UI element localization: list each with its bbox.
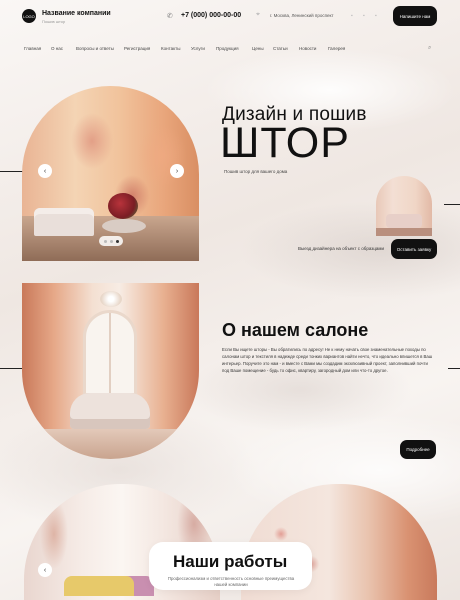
search-icon[interactable]: ⌕ xyxy=(428,45,431,52)
nav-item-services[interactable]: Услуги xyxy=(191,46,205,51)
works-title: Наши работы xyxy=(173,552,288,571)
visit-text: Выезд дизайнера на объект с образцами xyxy=(298,246,385,251)
divider-line xyxy=(444,204,460,205)
contact-button[interactable]: Напишите нам xyxy=(393,6,437,26)
nav-item-about[interactable]: О нас xyxy=(51,46,63,51)
nav-item-news[interactable]: Новости xyxy=(299,46,316,51)
order-button[interactable]: Оставить заявку xyxy=(391,239,437,259)
main-nav: Главная О нас Вопросы и ответы Регистрац… xyxy=(0,44,460,56)
more-button[interactable]: Подробнее xyxy=(400,440,436,459)
nav-item-products[interactable]: Продукция xyxy=(216,46,239,51)
location-icon: ⌖ xyxy=(256,11,260,18)
hero-next-arrow-icon[interactable]: › xyxy=(170,164,184,178)
logo[interactable]: LOGO xyxy=(22,9,36,23)
slider-dots[interactable] xyxy=(99,236,123,246)
hero-subtitle: Пошив штор для вашего дома xyxy=(224,169,288,174)
nav-item-contacts[interactable]: Контакты xyxy=(161,46,180,51)
slider-dot[interactable] xyxy=(109,239,113,243)
nav-item-registration[interactable]: Регистрация xyxy=(124,46,150,51)
hero-title-big: ШТОР xyxy=(220,119,350,167)
nav-item-home[interactable]: Главная xyxy=(24,46,41,51)
nav-item-gallery[interactable]: Галерея xyxy=(328,46,345,51)
about-image xyxy=(22,283,199,459)
nav-item-prices[interactable]: Цены xyxy=(252,46,264,51)
phone-number[interactable]: +7 (000) 000-00-00 xyxy=(181,12,241,19)
address: г. Москва, Ленинский проспект xyxy=(270,13,334,18)
nav-item-articles[interactable]: Статьи xyxy=(273,46,288,51)
vk-icon[interactable]: ▪ xyxy=(351,13,353,19)
nav-item-faq[interactable]: Вопросы и ответы xyxy=(76,46,114,51)
header: LOGO Название компании Пошив штор ✆ +7 (… xyxy=(0,0,460,34)
whatsapp-icon[interactable]: ▪ xyxy=(375,13,377,19)
hero-prev-arrow-icon[interactable]: ‹ xyxy=(38,164,52,178)
telegram-icon[interactable]: ▪ xyxy=(363,13,365,19)
slider-dot[interactable] xyxy=(103,239,107,243)
works-subtitle: Профессионализм и ответственность основн… xyxy=(167,576,295,587)
company-tagline: Пошив штор xyxy=(42,19,66,24)
slider-dot-active[interactable] xyxy=(115,239,119,243)
company-name: Название компании xyxy=(42,10,111,17)
works-prev-arrow-icon[interactable]: ‹ xyxy=(38,563,52,577)
divider-line xyxy=(448,368,460,369)
about-text: Если Вы ищете шторы - Вы обратились по а… xyxy=(222,347,433,373)
about-title: О нашем салоне xyxy=(222,320,369,340)
phone-icon: ✆ xyxy=(167,13,173,20)
divider-line xyxy=(0,368,24,369)
hero-thumbnail[interactable] xyxy=(376,176,432,236)
